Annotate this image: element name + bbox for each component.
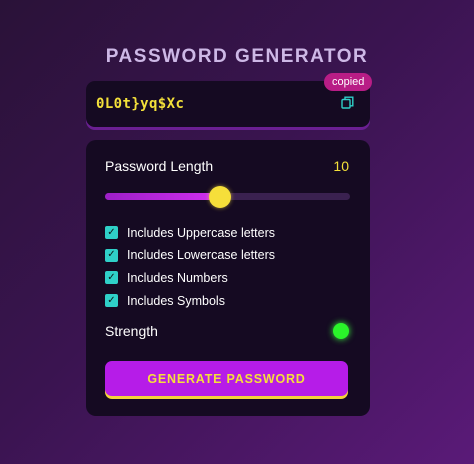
slider-fill: [105, 193, 221, 200]
settings-panel: Password Length 10 ✓ Includes Uppercase …: [86, 140, 370, 416]
check-icon[interactable]: ✓: [105, 248, 118, 262]
option-lowercase[interactable]: ✓ Includes Lowercase letters: [105, 248, 275, 263]
strength-indicator: [333, 323, 349, 339]
option-label: Includes Numbers: [127, 270, 228, 285]
option-label: Includes Symbols: [127, 293, 225, 308]
check-icon[interactable]: ✓: [105, 294, 118, 308]
copied-badge: copied: [324, 73, 373, 91]
slider-thumb[interactable]: [209, 186, 232, 208]
option-symbols[interactable]: ✓ Includes Symbols: [105, 293, 275, 308]
option-numbers[interactable]: ✓ Includes Numbers: [105, 270, 275, 285]
generate-password-button[interactable]: GENERATE PASSWORD: [105, 361, 348, 396]
app-title: PASSWORD GENERATOR: [105, 46, 369, 67]
copy-icon[interactable]: [341, 96, 354, 109]
option-uppercase[interactable]: ✓ Includes Uppercase letters: [105, 225, 275, 240]
check-icon[interactable]: ✓: [105, 271, 118, 285]
password-length-value: 10: [333, 158, 349, 174]
option-label: Includes Lowercase letters: [127, 248, 275, 263]
option-label: Includes Uppercase letters: [127, 225, 275, 240]
length-slider[interactable]: [105, 186, 350, 208]
password-length-label: Password Length: [105, 158, 214, 174]
generated-password: 0L0t}yq$Xc: [96, 96, 185, 112]
options-list: ✓ Includes Uppercase letters ✓ Includes …: [105, 225, 275, 316]
strength-label: Strength: [105, 323, 158, 339]
check-icon[interactable]: ✓: [105, 226, 118, 239]
